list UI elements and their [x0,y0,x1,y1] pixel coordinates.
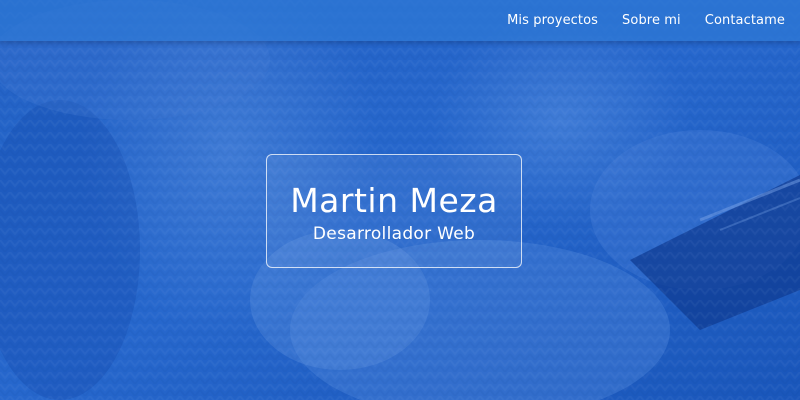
nav-link-mis-proyectos[interactable]: Mis proyectos [507,13,598,28]
nav-link-contactame[interactable]: Contactame [705,13,785,28]
hero-name: Martin Meza [290,181,498,220]
nav-link-sobre-mi[interactable]: Sobre mi [622,13,681,28]
hero-title-card: Martin Meza Desarrollador Web [266,154,522,268]
hero-role: Desarrollador Web [312,224,476,244]
hero-section: Mis proyectos Sobre mi Contactame Martin… [0,0,800,400]
top-navbar: Mis proyectos Sobre mi Contactame [0,0,800,41]
